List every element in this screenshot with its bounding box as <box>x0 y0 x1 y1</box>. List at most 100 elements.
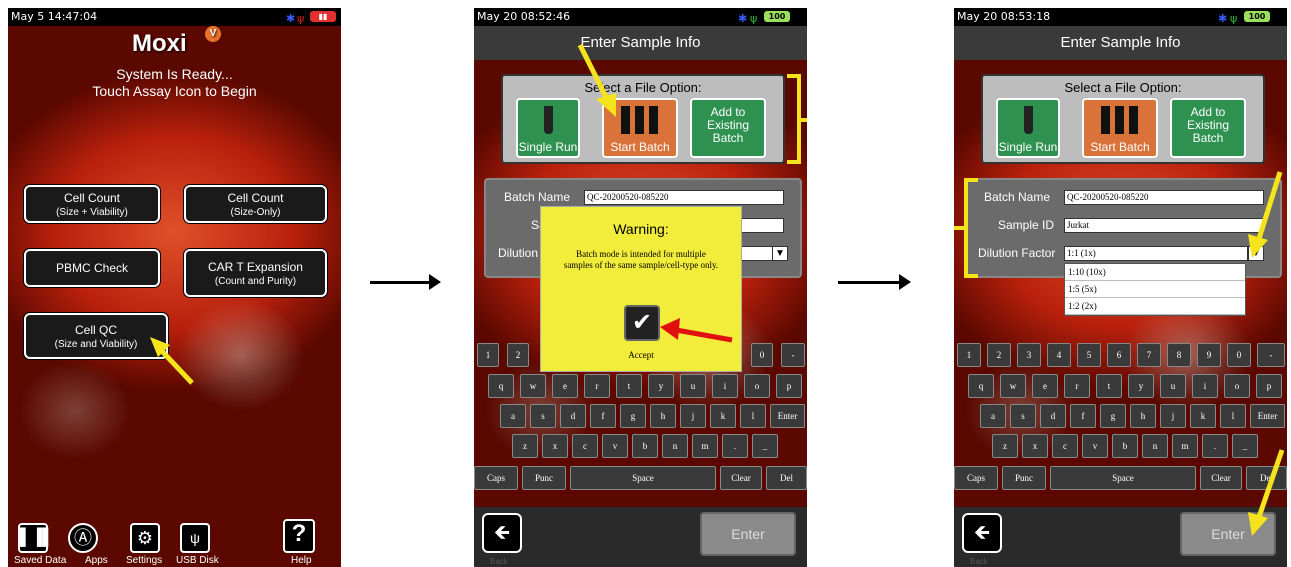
start-batch-button[interactable]: Start Batch <box>1082 98 1158 158</box>
key-l[interactable]: l <box>740 404 766 428</box>
key-e[interactable]: e <box>1032 374 1058 398</box>
key-t[interactable]: t <box>616 374 642 398</box>
enter-button[interactable]: Enter <box>700 512 796 556</box>
key-f[interactable]: f <box>590 404 616 428</box>
dilution-option[interactable]: 1:5 (5x) <box>1065 281 1245 298</box>
key-a[interactable]: a <box>980 404 1006 428</box>
key-h[interactable]: h <box>1130 404 1156 428</box>
key-del[interactable]: Del <box>766 466 807 490</box>
key-x[interactable]: x <box>542 434 568 458</box>
dilution-option[interactable]: 1:2 (2x) <box>1065 298 1245 315</box>
key-a[interactable]: a <box>500 404 526 428</box>
key-y[interactable]: y <box>648 374 674 398</box>
key-q[interactable]: q <box>488 374 514 398</box>
assay-car-t-expansion[interactable]: CAR T Expansion (Count and Purity) <box>184 249 327 297</box>
key-k[interactable]: k <box>1190 404 1216 428</box>
key-n[interactable]: n <box>1142 434 1168 458</box>
key-e[interactable]: e <box>552 374 578 398</box>
key-u[interactable]: u <box>680 374 706 398</box>
key-9[interactable]: 9 <box>1197 343 1221 367</box>
add-existing-batch-button[interactable]: Add to Existing Batch <box>690 98 766 158</box>
key-s[interactable]: s <box>530 404 556 428</box>
key-i[interactable]: i <box>712 374 738 398</box>
batch-name-input[interactable]: QC-20200520-085220 <box>1064 190 1264 205</box>
key-2[interactable]: 2 <box>507 343 529 367</box>
key-p[interactable]: p <box>776 374 802 398</box>
key-z[interactable]: z <box>512 434 538 458</box>
key-space[interactable]: Space <box>1050 466 1196 490</box>
key-t[interactable]: t <box>1096 374 1122 398</box>
key-b[interactable]: b <box>1112 434 1138 458</box>
key-g[interactable]: g <box>1100 404 1126 428</box>
back-button[interactable]: 🡸 <box>962 513 1002 553</box>
batch-name-input[interactable]: QC-20200520-085220 <box>584 190 784 205</box>
sample-id-input[interactable]: Jurkat <box>1064 218 1264 233</box>
help-icon[interactable]: ? <box>283 519 315 553</box>
key-u[interactable]: u <box>1160 374 1186 398</box>
key-0[interactable]: 0 <box>1227 343 1251 367</box>
key-7[interactable]: 7 <box>1137 343 1161 367</box>
single-run-button[interactable]: Single Run <box>516 98 580 158</box>
key-2[interactable]: 2 <box>987 343 1011 367</box>
key-d[interactable]: d <box>1040 404 1066 428</box>
settings-icon[interactable]: ⚙ <box>130 523 160 553</box>
key-m[interactable]: m <box>692 434 718 458</box>
key-d[interactable]: d <box>560 404 586 428</box>
key-n[interactable]: n <box>662 434 688 458</box>
key-p[interactable]: p <box>1256 374 1282 398</box>
back-button[interactable]: 🡸 <box>482 513 522 553</box>
key-4[interactable]: 4 <box>1047 343 1071 367</box>
key-k[interactable]: k <box>710 404 736 428</box>
key-1[interactable]: 1 <box>957 343 981 367</box>
key-c[interactable]: c <box>572 434 598 458</box>
key-i[interactable]: i <box>1192 374 1218 398</box>
key-3[interactable]: 3 <box>1017 343 1041 367</box>
key-enter[interactable]: Enter <box>1250 404 1285 428</box>
key-r[interactable]: r <box>1064 374 1090 398</box>
key-g[interactable]: g <box>620 404 646 428</box>
key-f[interactable]: f <box>1070 404 1096 428</box>
key-8[interactable]: 8 <box>1167 343 1191 367</box>
key-punc[interactable]: Punc <box>1002 466 1046 490</box>
key-o[interactable]: o <box>744 374 770 398</box>
key-space[interactable]: Space <box>570 466 716 490</box>
key-6[interactable]: 6 <box>1107 343 1131 367</box>
key-dash[interactable]: - <box>1257 343 1285 367</box>
key-w[interactable]: w <box>1000 374 1026 398</box>
key-l[interactable]: l <box>1220 404 1246 428</box>
assay-pbmc-check[interactable]: PBMC Check <box>24 249 160 287</box>
key-b[interactable]: b <box>632 434 658 458</box>
key-1[interactable]: 1 <box>477 343 499 367</box>
assay-cell-count-size[interactable]: Cell Count (Size-Only) <box>184 185 327 223</box>
key-caps[interactable]: Caps <box>474 466 518 490</box>
key-s[interactable]: s <box>1010 404 1036 428</box>
key-period[interactable]: . <box>722 434 748 458</box>
chevron-down-icon[interactable]: ▼ <box>772 246 788 261</box>
key-z[interactable]: z <box>992 434 1018 458</box>
apps-icon[interactable]: Ⓐ <box>68 523 98 553</box>
assay-cell-count-viability[interactable]: Cell Count (Size + Viability) <box>24 185 160 223</box>
assay-cell-qc[interactable]: Cell QC (Size and Viability) <box>24 313 168 359</box>
key-r[interactable]: r <box>584 374 610 398</box>
key-underscore[interactable]: _ <box>752 434 778 458</box>
dilution-select[interactable]: 1:1 (1x) <box>1064 246 1248 261</box>
key-punc[interactable]: Punc <box>522 466 566 490</box>
key-j[interactable]: j <box>680 404 706 428</box>
key-h[interactable]: h <box>650 404 676 428</box>
key-x[interactable]: x <box>1022 434 1048 458</box>
key-q[interactable]: q <box>968 374 994 398</box>
key-clear[interactable]: Clear <box>720 466 762 490</box>
key-w[interactable]: w <box>520 374 546 398</box>
key-caps[interactable]: Caps <box>954 466 998 490</box>
key-clear[interactable]: Clear <box>1200 466 1242 490</box>
accept-button[interactable]: ✔ <box>624 305 660 341</box>
key-y[interactable]: y <box>1128 374 1154 398</box>
dilution-option[interactable]: 1:10 (10x) <box>1065 264 1245 281</box>
key-v[interactable]: v <box>1082 434 1108 458</box>
key-dash[interactable]: - <box>781 343 805 367</box>
saved-data-icon[interactable]: ▌▐▌ <box>18 523 54 553</box>
key-j[interactable]: j <box>1160 404 1186 428</box>
usb-disk-icon[interactable]: ψ <box>180 523 210 553</box>
key-o[interactable]: o <box>1224 374 1250 398</box>
single-run-button[interactable]: Single Run <box>996 98 1060 158</box>
